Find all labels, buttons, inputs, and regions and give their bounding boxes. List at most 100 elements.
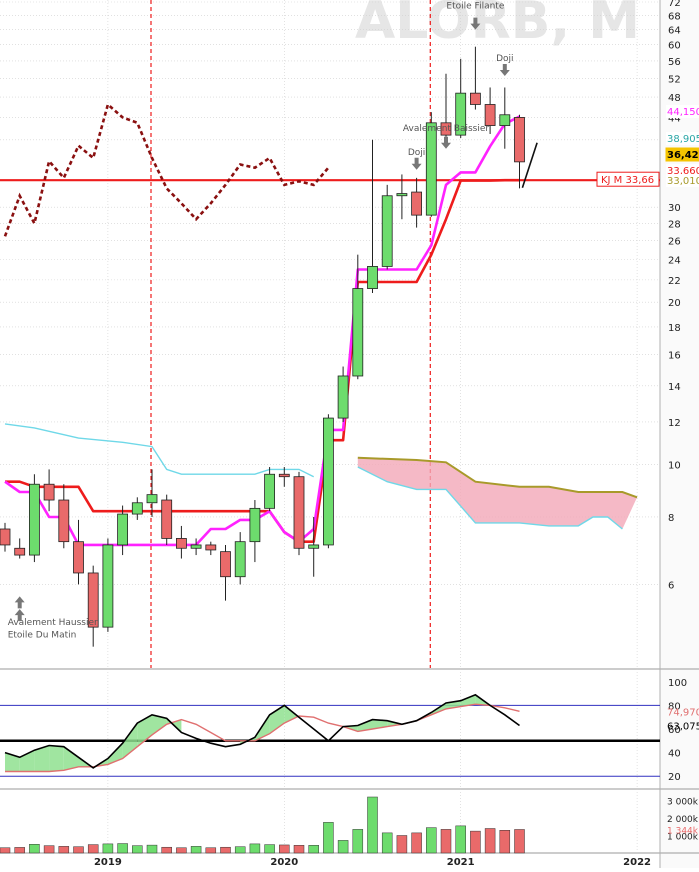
- candle: [381, 184, 393, 270]
- volume-bar: [293, 845, 305, 854]
- kijun-value-label: KJ M 33,66: [596, 171, 660, 187]
- candle-body: [43, 483, 55, 501]
- price-tick-label: 20: [668, 298, 681, 309]
- stoch-tick-label: 40: [668, 749, 681, 760]
- volume-tick-label: 2 000k: [667, 815, 699, 825]
- price-value-label-text: 36,42: [667, 150, 699, 161]
- volume-bar: [87, 844, 99, 854]
- price-tick-label: 6: [668, 580, 674, 591]
- volume-bar: [161, 846, 172, 854]
- price-value-label-text: 44,150: [667, 107, 699, 118]
- candle-body: [264, 473, 276, 509]
- time-tick-label: 2021: [447, 857, 475, 868]
- price-tick-label: 22: [668, 276, 681, 287]
- price-tick-label: 68: [668, 11, 681, 22]
- volume-bar: [337, 840, 349, 854]
- stoch-value-label: 74,970: [667, 707, 699, 718]
- candle-body: [131, 502, 143, 515]
- volume-bar: [381, 832, 393, 854]
- candle-body: [102, 544, 114, 628]
- price-tick-label: 30: [668, 203, 681, 214]
- candle: [102, 538, 114, 632]
- annotation-label: Doji: [496, 54, 513, 64]
- candle: [28, 474, 40, 563]
- volume-value-label: 1 344k: [667, 826, 699, 836]
- candle-body: [337, 375, 349, 419]
- candle-body: [117, 513, 128, 546]
- volume-bar: [58, 846, 70, 854]
- volume-bar: [176, 847, 187, 854]
- annotation-label: Avalement Baissier: [403, 124, 490, 134]
- volume-bar: [323, 822, 334, 854]
- candle-body: [175, 538, 187, 549]
- volume-bar: [43, 845, 55, 854]
- price-value-label: 33,010: [666, 174, 699, 187]
- price-tick-label: 16: [668, 351, 681, 362]
- volume-bar: [264, 844, 275, 854]
- volume-bar: [249, 843, 261, 854]
- volume-bar: [205, 847, 217, 854]
- volume-bar: [440, 829, 452, 854]
- price-tick-label: 72: [668, 0, 681, 9]
- volume-bar: [220, 846, 231, 854]
- volume-bar: [352, 829, 364, 854]
- candle-body: [411, 191, 423, 216]
- candle-body: [425, 122, 437, 216]
- candle-body: [396, 193, 408, 197]
- candle-body: [28, 483, 40, 556]
- price-tick-label: 26: [668, 237, 681, 248]
- background: [0, 0, 699, 868]
- volume-bar: [117, 843, 128, 854]
- candle-body: [146, 494, 158, 504]
- volume-bar: [455, 825, 466, 854]
- volume-bar: [499, 830, 511, 854]
- candle: [322, 414, 334, 549]
- candle-body: [58, 499, 70, 543]
- candle-body: [484, 104, 496, 126]
- annotation-label: Doji: [408, 148, 425, 158]
- volume-bar: [514, 829, 525, 854]
- price-tick-label: 28: [668, 219, 681, 230]
- volume-bar: [234, 846, 246, 854]
- price-tick-label: 8: [668, 513, 674, 524]
- time-tick-label: 2022: [623, 857, 651, 868]
- price-value-label-text: 38,905: [667, 134, 699, 145]
- volume-bar: [279, 844, 290, 854]
- time-tick-label: 2019: [94, 857, 122, 868]
- volume-bar: [0, 847, 11, 854]
- volume-tick-label: 3 000k: [667, 798, 699, 808]
- price-value-label: 36,42: [665, 147, 699, 162]
- price-tick-label: 60: [668, 41, 681, 52]
- price-tick-label: 12: [668, 418, 681, 429]
- price-value-label: 38,905: [666, 132, 699, 145]
- volume-bar: [367, 796, 378, 854]
- volume-bar: [14, 847, 25, 854]
- volume-bar: [190, 846, 202, 854]
- price-tick-label: 14: [668, 382, 681, 393]
- stoch-tick-label: 100: [668, 678, 687, 689]
- annotation-label: Etoile Du Matin: [8, 631, 77, 641]
- right-axis-band: [660, 0, 699, 868]
- candle-body: [322, 417, 334, 546]
- candle-body: [0, 528, 11, 546]
- price-tick-label: 52: [668, 74, 681, 85]
- kijun-value-label-text: KJ M 33,66: [601, 175, 654, 186]
- candle-body: [278, 473, 290, 478]
- volume-bar: [411, 832, 422, 854]
- candle-body: [514, 117, 525, 163]
- candle-body: [14, 547, 26, 556]
- price-value-label-text: 33,010: [667, 176, 699, 187]
- volume-bar: [102, 843, 114, 854]
- chart-root: ALORB, M68101214161820222426283040444852…: [0, 0, 699, 868]
- price-value-label: 44,150: [666, 105, 699, 118]
- candle-body: [234, 541, 246, 578]
- volume-bar: [308, 845, 319, 854]
- candle-body: [161, 499, 173, 539]
- candle-body: [220, 551, 231, 578]
- candle-body: [73, 541, 84, 574]
- annotation-label: Etoile Filante: [446, 2, 504, 12]
- volume-bar: [396, 835, 408, 854]
- price-tick-label: 56: [668, 57, 681, 68]
- candle-body: [381, 195, 393, 267]
- volume-bar: [470, 830, 481, 854]
